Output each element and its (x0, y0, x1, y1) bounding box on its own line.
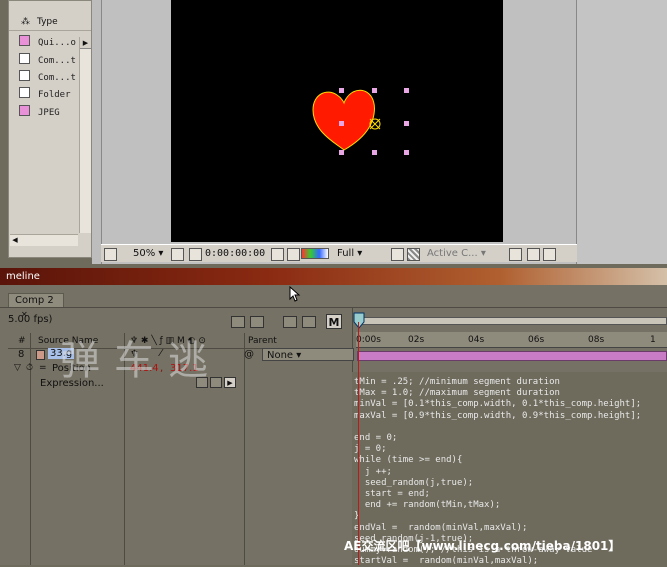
heart-layer[interactable] (171, 0, 503, 242)
ruler-tick-label: 06s (528, 335, 545, 345)
label-color-swatch (19, 87, 30, 98)
transparency-grid-icon[interactable] (407, 248, 420, 261)
project-item-label: JPEG (38, 108, 60, 118)
region-of-interest-icon[interactable] (391, 248, 404, 261)
project-vertical-scrollbar[interactable]: ▶ (79, 37, 91, 233)
expression-line: start = end; (354, 489, 430, 500)
scroll-arrow-right-icon[interactable]: ▶ (80, 37, 91, 49)
parent-value: None (267, 350, 294, 361)
current-time-indicator-icon[interactable] (352, 312, 366, 332)
viewer-toolbar: 50% ▾ 0:00:00:00 Full ▾ Active C... ▾ (101, 244, 577, 262)
hide-shy-layers-icon[interactable] (283, 316, 297, 328)
show-snapshot-icon[interactable] (287, 248, 300, 261)
work-area-bar[interactable] (360, 317, 667, 325)
expression-line: minVal = [0.1*this_comp.width, 0.1*this_… (354, 399, 642, 410)
current-time-display[interactable]: 0:00:00:00 (205, 247, 265, 261)
project-item-label: Com...t (38, 73, 76, 83)
expression-line: endVal = random(minVal,maxVal); (354, 522, 528, 533)
zoom-select[interactable]: 50% ▾ (133, 247, 163, 261)
fast-previews-icon[interactable] (527, 248, 540, 261)
project-item-label: Qui...o (38, 38, 76, 48)
type-column-label: Type (37, 17, 58, 27)
label-color-swatch (19, 35, 30, 46)
timeline-titlebar[interactable]: meline (0, 268, 667, 285)
expression-line: seed_random(j,true); (354, 477, 474, 488)
footage-icon (36, 350, 45, 360)
snapshot-icon[interactable] (271, 248, 284, 261)
scroll-arrow-left-icon[interactable]: ◀ (10, 235, 20, 246)
ruler-tick-label: 02s (408, 335, 425, 345)
parent-select[interactable]: None ▾ (262, 348, 354, 361)
ruler-tick-label: 0:00s (356, 335, 381, 345)
composition-canvas[interactable] (171, 0, 503, 242)
expression-line (354, 422, 641, 433)
expression-line: j ++; (354, 466, 392, 477)
label-color-swatch (19, 53, 30, 64)
resolution-value: Full (337, 248, 355, 259)
stopwatch-icon[interactable]: ⏱ (26, 363, 33, 373)
tab-divider (0, 307, 667, 308)
layer-index: 8 (18, 349, 25, 360)
mouse-cursor-icon (289, 286, 301, 302)
show-last-snapshot-icon[interactable] (104, 248, 117, 261)
pickwhip-icon[interactable]: @ (244, 349, 254, 360)
draft-3d-icon[interactable] (250, 316, 264, 328)
right-panel-backdrop (577, 0, 667, 264)
layer-duration-bar[interactable] (357, 351, 667, 361)
ruler-tick-label: 08s (588, 335, 605, 345)
fps-readout: 5.00 fps) (8, 314, 53, 325)
ruler-tick-label: 1 (650, 335, 656, 345)
expression-line: } (354, 511, 360, 522)
camera-value: Active C... (427, 248, 478, 259)
project-panel: ⁂ Type Qui...o Com...t Com...t Folder JP… (8, 0, 92, 258)
flowchart-icon[interactable] (543, 248, 556, 261)
project-item-label: Folder (38, 90, 71, 100)
site-watermark: AE交流区吧【www.linecg.com/tieba/1801】 (344, 539, 621, 553)
project-horizontal-scrollbar[interactable]: ◀ (10, 234, 78, 246)
expression-language-menu-icon[interactable]: ▶ (224, 377, 236, 388)
expression-line: startVal = random(minVal,maxVal); (354, 556, 539, 567)
tag-icon: ⁂ (21, 17, 30, 27)
label-color-swatch (19, 70, 30, 81)
channel-icon[interactable] (301, 248, 329, 259)
resolution-select[interactable]: Full ▾ (337, 247, 362, 261)
expression-line: tMin = .25; //minimum segment duration (354, 377, 560, 387)
zoom-value: 50% (133, 248, 156, 259)
comp-flowchart-icon[interactable] (231, 316, 245, 328)
twirl-down-icon[interactable]: ▽ (14, 363, 21, 373)
heart-shape (312, 89, 375, 151)
frame-blending-icon[interactable] (302, 316, 316, 328)
view-layout-icon[interactable] (509, 248, 522, 261)
expression-line: j = 0; (354, 444, 387, 455)
tab-comp-2[interactable]: Comp 2 ✕ (8, 293, 64, 319)
ruler-tick-label: 04s (468, 335, 485, 345)
expression-line: end = 0; (354, 433, 398, 444)
motion-blur-button[interactable]: M (326, 314, 342, 329)
playhead-line (358, 322, 359, 565)
label-color-swatch (19, 105, 30, 116)
project-item-label: Com...t (38, 56, 76, 66)
timeline-title: meline (6, 271, 40, 282)
expression-line: while (time >= end){ (354, 455, 463, 466)
time-ruler[interactable]: 0:00s 02s 04s 06s 08s 1 (356, 332, 667, 348)
expression-line: tMax = 1.0; //maximum segment duration (354, 388, 560, 399)
chinese-watermark: 弹车逃 (60, 338, 222, 384)
comp-tab-label: Comp 2 (15, 295, 54, 306)
safe-margins-icon[interactable] (171, 248, 184, 261)
project-column-header[interactable]: ⁂ Type (9, 15, 91, 31)
camera-select[interactable]: Active C... ▾ (427, 247, 486, 261)
expression-line: maxVal = [0.9*this_comp.width, 0.9*this_… (354, 410, 642, 421)
mask-view-icon[interactable] (189, 248, 202, 261)
expression-enable-icon[interactable]: = (39, 363, 47, 373)
column-number: # (18, 336, 26, 346)
column-parent[interactable]: Parent (248, 333, 277, 349)
expression-line: end += random(tMin,tMax); (354, 500, 501, 511)
